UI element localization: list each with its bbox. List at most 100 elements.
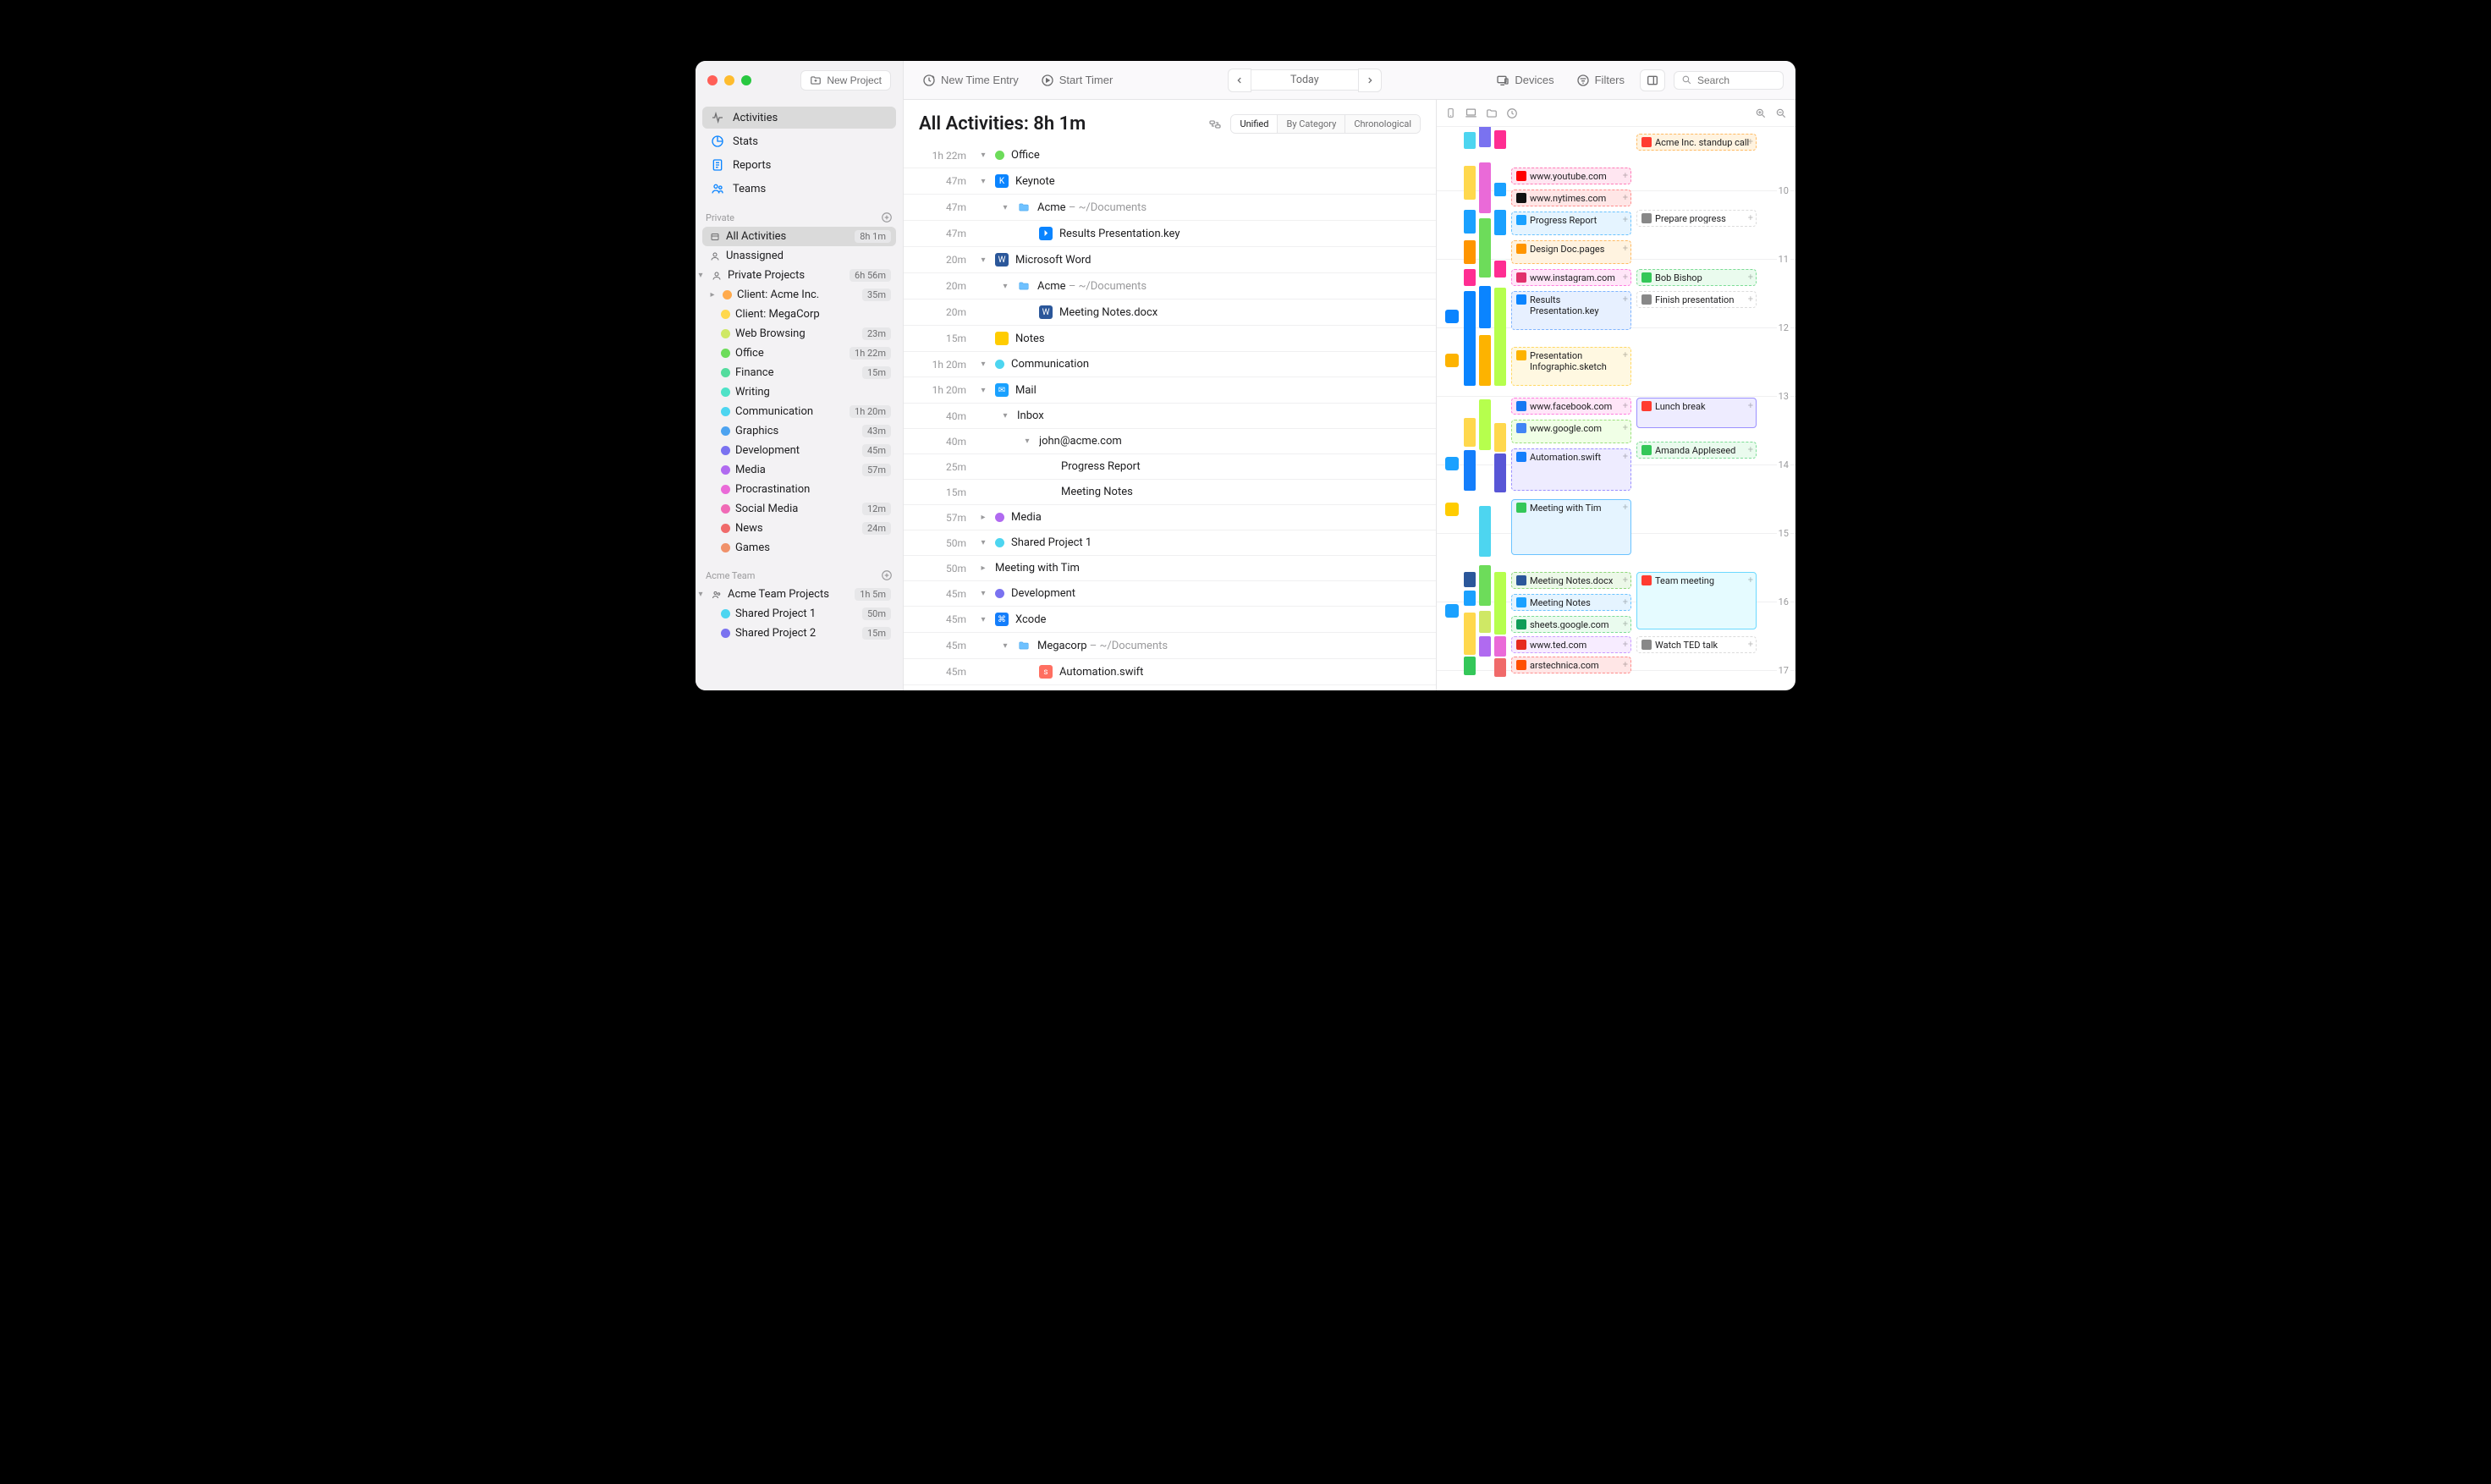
timeline-event[interactable]: arstechnica.com+	[1511, 657, 1631, 673]
timeline-app-icon[interactable]	[1445, 604, 1459, 618]
timeline-event[interactable]: Meeting Notes+	[1511, 594, 1631, 611]
sidebar-project-item[interactable]: Development 45m	[702, 441, 896, 460]
timeline-strip[interactable]	[1494, 453, 1506, 492]
activity-row[interactable]: 20m ▾ W Microsoft Word	[904, 247, 1436, 273]
add-team-button[interactable]	[881, 569, 893, 581]
activity-row[interactable]: 47m ▾ Acme – ~/Documents	[904, 195, 1436, 221]
clock-icon[interactable]	[1506, 107, 1518, 119]
timeline-strip[interactable]	[1494, 572, 1506, 635]
timeline-strip[interactable]	[1464, 132, 1476, 149]
timeline-strip[interactable]	[1479, 399, 1491, 450]
fullscreen-window-button[interactable]	[741, 75, 751, 85]
timeline-strip[interactable]	[1494, 658, 1506, 677]
timeline-event[interactable]: Automation.swift+	[1511, 448, 1631, 491]
timeline-event[interactable]: Watch TED talk+	[1636, 636, 1757, 653]
activity-row[interactable]: 1h 20m ▾ Communication	[904, 352, 1436, 377]
timeline-strip[interactable]	[1464, 269, 1476, 286]
timeline-strip[interactable]	[1479, 565, 1491, 606]
activity-row[interactable]: 15m Notes	[904, 326, 1436, 352]
tree-all-activities[interactable]: All Activities 8h 1m	[702, 227, 896, 246]
activity-row[interactable]: 50m ▸ Meeting with Tim	[904, 556, 1436, 581]
timeline-strip[interactable]	[1494, 210, 1506, 235]
timeline-strip[interactable]	[1494, 288, 1506, 386]
timeline-strip[interactable]	[1464, 657, 1476, 675]
timeline-strip[interactable]	[1479, 611, 1491, 633]
activity-row[interactable]: 47m ▾ K Keynote	[904, 168, 1436, 195]
timeline-app-icon[interactable]	[1445, 310, 1459, 323]
sidebar-project-item[interactable]: Social Media 12m	[702, 499, 896, 519]
laptop-icon[interactable]	[1465, 107, 1477, 119]
sidebar-project-item[interactable]: Procrastination	[702, 480, 896, 499]
timeline-event[interactable]: www.ted.com+	[1511, 636, 1631, 653]
sidebar-project-item[interactable]: Shared Project 2 15m	[702, 624, 896, 643]
timeline-strip[interactable]	[1494, 130, 1506, 149]
date-display[interactable]: Today	[1251, 69, 1358, 91]
timeline-event[interactable]: Acme Inc. standup call+	[1636, 134, 1757, 151]
timeline-strip[interactable]	[1464, 613, 1476, 655]
timeline-event[interactable]: Presentation Infographic.sketch+	[1511, 347, 1631, 386]
prev-day-button[interactable]	[1228, 69, 1251, 92]
phone-icon[interactable]	[1445, 107, 1456, 118]
timeline-event[interactable]: Team meeting+	[1636, 572, 1757, 629]
timeline-event[interactable]: Meeting with Tim+	[1511, 499, 1631, 555]
timeline-strip[interactable]	[1464, 240, 1476, 264]
tree-unassigned[interactable]: Unassigned	[702, 246, 896, 266]
zoom-out-icon[interactable]	[1775, 107, 1787, 119]
timeline-event[interactable]: Meeting Notes.docx+	[1511, 572, 1631, 589]
timeline-app-icon[interactable]	[1445, 457, 1459, 470]
timeline-event[interactable]: www.google.com+	[1511, 420, 1631, 443]
timeline-strip[interactable]	[1464, 418, 1476, 447]
activity-row[interactable]: 40m ▾ Inbox	[904, 404, 1436, 429]
timeline-app-icon[interactable]	[1445, 354, 1459, 367]
sidebar-project-item[interactable]: Web Browsing 23m	[702, 324, 896, 344]
switch-icon[interactable]	[1208, 118, 1222, 131]
folder-icon[interactable]	[1486, 107, 1498, 119]
timeline-strip[interactable]	[1464, 210, 1476, 234]
timeline-event[interactable]: Progress Report+	[1511, 212, 1631, 235]
activity-row[interactable]: 20m W Meeting Notes.docx	[904, 300, 1436, 326]
sidebar-project-item[interactable]: Graphics 43m	[702, 421, 896, 441]
add-private-button[interactable]	[881, 212, 893, 223]
activity-row[interactable]: 47m ⏵ Results Presentation.key	[904, 221, 1436, 247]
search-field[interactable]	[1674, 71, 1784, 90]
nav-teams[interactable]: Teams	[702, 178, 896, 200]
activity-row[interactable]: 57m ▸ Media	[904, 505, 1436, 530]
sidebar-project-item[interactable]: Office 1h 22m	[702, 344, 896, 363]
activity-row[interactable]: 1h 20m ▾ ✉ Mail	[904, 377, 1436, 404]
timeline-strip[interactable]	[1494, 636, 1506, 657]
nav-reports[interactable]: Reports	[702, 154, 896, 176]
start-timer-button[interactable]: Start Timer	[1034, 70, 1120, 91]
activity-row[interactable]: 45m ▾ ⌘ Xcode	[904, 607, 1436, 633]
sidebar-project-item[interactable]: Client: MegaCorp	[702, 305, 896, 324]
filters-button[interactable]: Filters	[1570, 70, 1631, 91]
sidebar-project-item[interactable]: Games	[702, 538, 896, 558]
sidebar-project-item[interactable]: News 24m	[702, 519, 896, 538]
timeline-event[interactable]: Finish presentation+	[1636, 291, 1757, 308]
activity-row[interactable]: 20m ▾ Acme – ~/Documents	[904, 273, 1436, 300]
timeline-event[interactable]: Prepare progress report+	[1636, 210, 1757, 227]
layout-toggle-button[interactable]	[1640, 69, 1665, 91]
nav-stats[interactable]: Stats	[702, 130, 896, 152]
activity-row[interactable]: 45m ▾ Development	[904, 581, 1436, 607]
timeline-scroll[interactable]: 91011121314151617www.youtube.com+www.nyt…	[1437, 127, 1795, 690]
timeline-strip[interactable]	[1479, 335, 1491, 386]
timeline-strip[interactable]	[1464, 166, 1476, 200]
next-day-button[interactable]	[1358, 69, 1382, 92]
minimize-window-button[interactable]	[724, 75, 734, 85]
timeline-event[interactable]: www.nytimes.com+	[1511, 190, 1631, 206]
zoom-in-icon[interactable]	[1755, 107, 1767, 119]
activity-row[interactable]: 50m ▾ Shared Project 1	[904, 530, 1436, 556]
timeline-event[interactable]: Results Presentation.key+	[1511, 291, 1631, 330]
sidebar-project-item[interactable]: Writing	[702, 382, 896, 402]
timeline-event[interactable]: sheets.google.com+	[1511, 616, 1631, 633]
tab-by-category[interactable]: By Category	[1277, 115, 1344, 133]
search-input[interactable]	[1697, 74, 1776, 86]
timeline-strip[interactable]	[1479, 127, 1491, 147]
timeline-strip[interactable]	[1464, 572, 1476, 587]
sidebar-project-item[interactable]: Media 57m	[702, 460, 896, 480]
timeline-event[interactable]: www.facebook.com+	[1511, 398, 1631, 415]
timeline-strip[interactable]	[1479, 162, 1491, 213]
timeline-strip[interactable]	[1479, 286, 1491, 328]
timeline-strip[interactable]	[1494, 183, 1506, 196]
timeline-strip[interactable]	[1494, 261, 1506, 278]
